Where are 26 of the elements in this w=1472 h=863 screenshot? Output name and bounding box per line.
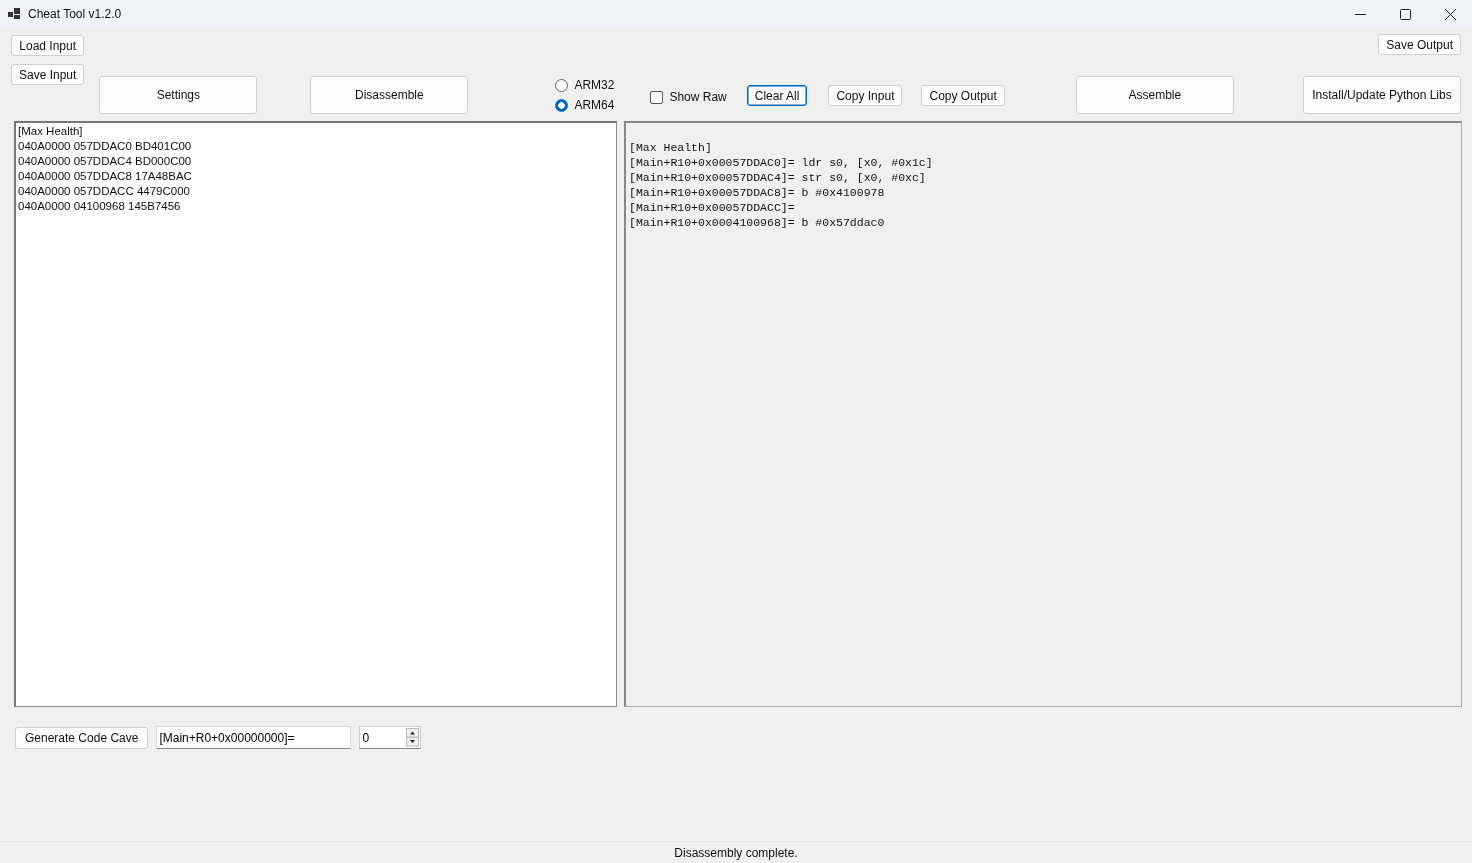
install-libs-button[interactable]: Install/Update Python Libs — [1303, 76, 1461, 114]
radio-button[interactable] — [555, 98, 569, 112]
copy-input-button[interactable]: Copy Input — [828, 85, 903, 106]
output-text-area[interactable]: [Max Health] [Main+R10+0x00057DDAC0]= ldr s0, [x0, #0x1c] [Main+R10+0x00057DDAC4]= str s0, [x0, #0xc] [Main+R10+0x00057DDAC8]= b #0x4100978 [Main+R10+0x00057DDACC]= [Main+R10+0x0004100968]= b #0x57ddac0 — [624, 121, 1462, 707]
window-title: Cheat Tool v1.2.0 — [28, 7, 122, 21]
radio-label: ARM32 — [574, 78, 615, 92]
status-text: Disassembly complete. — [674, 845, 798, 860]
checkbox-label: Show Raw — [669, 90, 727, 104]
save-input-button[interactable]: Save Input — [11, 64, 85, 85]
address-field[interactable]: [Main+R0+0x00000000]= — [156, 726, 352, 749]
checkbox[interactable] — [650, 90, 664, 104]
assemble-button[interactable]: Assemble — [1075, 76, 1234, 114]
radio-label: ARM64 — [574, 98, 615, 112]
input-text-area[interactable]: [Max Health] 040A0000 057DDAC0 BD401C00 040A0000 057DDAC4 BD000C00 040A0000 057DDAC8 17A48BAC 040A0000 057DDACC 4479C000 040A0000 04100968 145B7456 — [14, 121, 617, 707]
clear-all-button[interactable]: Clear All — [746, 85, 808, 106]
spin-arrows-icon[interactable] — [406, 728, 420, 747]
save-output-button[interactable]: Save Output — [1378, 34, 1461, 55]
copy-output-button[interactable]: Copy Output — [921, 85, 1005, 106]
close-icon[interactable] — [1445, 8, 1456, 20]
app-icon — [8, 8, 21, 20]
disassemble-button[interactable]: Disassemble — [310, 76, 469, 114]
settings-button[interactable]: Settings — [99, 76, 258, 114]
maximize-icon[interactable] — [1400, 8, 1411, 20]
radio-button[interactable] — [555, 78, 569, 92]
load-input-button[interactable]: Load Input — [11, 35, 85, 56]
generate-code-cave-button[interactable]: Generate Code Cave — [15, 726, 149, 749]
